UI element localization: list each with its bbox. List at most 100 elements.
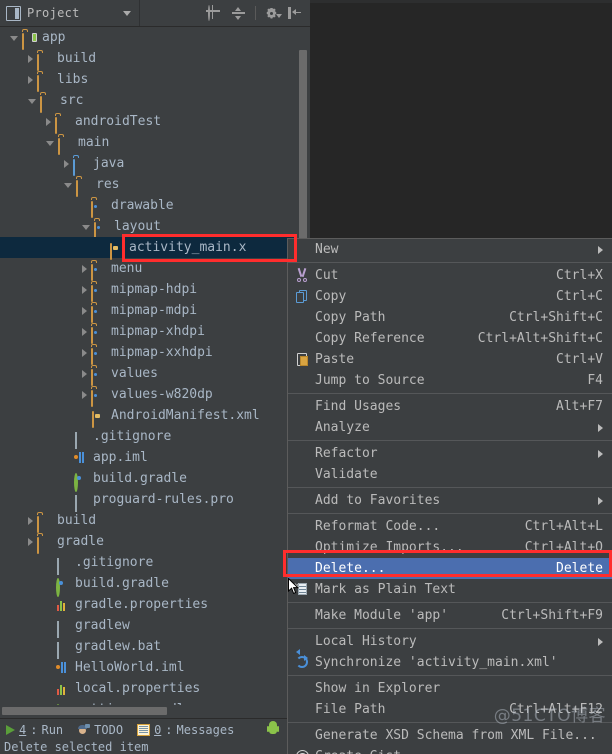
menu-item-mark-as-plain-text[interactable]: ✕Mark as Plain Text xyxy=(288,579,612,600)
tree-node[interactable]: local.properties xyxy=(0,678,297,699)
menu-item-find-usages[interactable]: Find UsagesAlt+F7 xyxy=(288,396,612,417)
chevron-right-icon[interactable] xyxy=(82,307,87,315)
project-panel-header: Project xyxy=(0,0,310,27)
tree-node[interactable]: src xyxy=(0,90,297,111)
tool-button-run[interactable]: 4: Run xyxy=(6,723,63,737)
menu-item-make-module-app[interactable]: Make Module 'app'Ctrl+Shift+F9 xyxy=(288,605,612,626)
chevron-down-icon[interactable] xyxy=(46,141,54,146)
chevron-right-icon[interactable] xyxy=(28,538,33,546)
menu-item-create-gist[interactable]: Create Gist... xyxy=(288,746,612,754)
menu-item-cut[interactable]: CutCtrl+X xyxy=(288,265,612,286)
chevron-right-icon[interactable] xyxy=(82,391,87,399)
chevron-right-icon[interactable] xyxy=(28,517,33,525)
chevron-down-icon[interactable] xyxy=(64,183,72,188)
menu-item-reformat-code[interactable]: Reformat Code...Ctrl+Alt+L xyxy=(288,516,612,537)
menu-item-label: Create Gist... xyxy=(315,746,425,754)
tree-node[interactable]: build xyxy=(0,48,297,69)
menu-item-copy[interactable]: CopyCtrl+C xyxy=(288,286,612,307)
chevron-right-icon[interactable] xyxy=(64,160,69,168)
locate-icon[interactable] xyxy=(207,6,222,21)
menu-item-copy-path[interactable]: Copy PathCtrl+Shift+C xyxy=(288,307,612,328)
project-title-combo[interactable]: Project xyxy=(0,0,140,26)
tree-node[interactable]: proguard-rules.pro xyxy=(0,489,297,510)
tree-node-label: gradlew.bat xyxy=(75,636,161,657)
tree-node[interactable]: HelloWorld.iml xyxy=(0,657,297,678)
tree-node[interactable]: gradle xyxy=(0,531,297,552)
menu-item-refactor[interactable]: Refactor xyxy=(288,443,612,464)
tree-node-label: mipmap-xhdpi xyxy=(111,321,205,342)
chevron-down-icon[interactable] xyxy=(82,225,90,230)
tree-node[interactable]: drawable xyxy=(0,195,297,216)
chevron-right-icon[interactable] xyxy=(82,370,87,378)
menu-item-copy-reference[interactable]: Copy ReferenceCtrl+Alt+Shift+C xyxy=(288,328,612,349)
panel-toolbar xyxy=(207,0,310,26)
tree-node[interactable]: main xyxy=(0,132,297,153)
menu-item-optimize-imports[interactable]: Optimize Imports...Ctrl+Alt+O xyxy=(288,537,612,558)
menu-item-validate[interactable]: Validate xyxy=(288,464,612,485)
chevron-right-icon[interactable] xyxy=(82,328,87,336)
chevron-right-icon[interactable] xyxy=(46,118,51,126)
tree-node[interactable]: mipmap-hdpi xyxy=(0,279,297,300)
tree-node[interactable]: app xyxy=(0,27,297,48)
menu-item-show-in-explorer[interactable]: Show in Explorer xyxy=(288,678,612,699)
tree-node[interactable]: layout xyxy=(0,216,297,237)
menu-separator xyxy=(288,393,612,394)
collapse-all-icon[interactable] xyxy=(231,6,246,21)
menu-item-icon-none xyxy=(294,420,311,435)
chevron-down-icon[interactable] xyxy=(28,99,36,104)
tree-node[interactable]: .gitignore xyxy=(0,426,297,447)
tree-node[interactable]: menu xyxy=(0,258,297,279)
tree-node[interactable]: gradlew.bat xyxy=(0,636,297,657)
chevron-down-icon[interactable] xyxy=(123,11,131,16)
tree-horizontal-scrollbar-thumb[interactable] xyxy=(2,707,167,715)
status-bar: Delete selected item xyxy=(0,740,287,754)
menu-item-delete[interactable]: Delete...Delete xyxy=(288,558,612,579)
chevron-right-icon[interactable] xyxy=(82,265,87,273)
menu-item-shortcut: Ctrl+C xyxy=(556,286,603,307)
tree-node[interactable]: values-w820dp xyxy=(0,384,297,405)
tree-node[interactable]: res xyxy=(0,174,297,195)
tree-node-label: mipmap-mdpi xyxy=(111,300,197,321)
menu-item-synchronize-activity-main-xml[interactable]: Synchronize 'activity_main.xml' xyxy=(288,652,612,673)
menu-item-jump-to-source[interactable]: Jump to SourceF4 xyxy=(288,370,612,391)
context-menu[interactable]: New CutCtrl+XCopyCtrl+CCopy PathCtrl+Shif… xyxy=(287,238,612,754)
chevron-right-icon[interactable] xyxy=(82,349,87,357)
menu-item-add-to-favorites[interactable]: Add to Favorites xyxy=(288,490,612,511)
tree-node[interactable]: mipmap-xxhdpi xyxy=(0,342,297,363)
tree-node[interactable]: java xyxy=(0,153,297,174)
tree-node[interactable]: build.gradle xyxy=(0,468,297,489)
tree-node[interactable]: gradlew xyxy=(0,615,297,636)
tool-button-todo[interactable]: TODO xyxy=(77,723,123,737)
tree-node[interactable]: build xyxy=(0,510,297,531)
chevron-right-icon[interactable] xyxy=(28,76,33,84)
tree-node[interactable]: build.gradle xyxy=(0,573,297,594)
project-tree[interactable]: appbuildlibssrcandroidTestmainjavaresdra… xyxy=(0,27,297,710)
chevron-down-icon[interactable] xyxy=(10,36,18,41)
menu-item-local-history[interactable]: Local History xyxy=(288,631,612,652)
tree-node-selected[interactable]: activity_main.x xyxy=(0,237,297,258)
menu-item-analyze[interactable]: Analyze xyxy=(288,417,612,438)
tool-button-messages[interactable]: 0: Messages xyxy=(137,723,234,737)
tree-node[interactable]: mipmap-mdpi xyxy=(0,300,297,321)
menu-item-label: Optimize Imports... xyxy=(315,537,464,558)
menu-item-icon-none xyxy=(294,728,311,743)
tree-node[interactable]: libs xyxy=(0,69,297,90)
menu-item-new[interactable]: New xyxy=(288,239,612,260)
tree-node[interactable]: values xyxy=(0,363,297,384)
android-icon[interactable] xyxy=(267,721,279,736)
menu-item-file-path[interactable]: File PathCtrl+Alt+F12 xyxy=(288,699,612,720)
chevron-right-icon[interactable] xyxy=(28,55,33,63)
tree-node[interactable]: AndroidManifest.xml xyxy=(0,405,297,426)
tree-node[interactable]: app.iml xyxy=(0,447,297,468)
menu-item-paste[interactable]: PasteCtrl+V xyxy=(288,349,612,370)
folder-icon xyxy=(37,535,52,549)
tree-vertical-scrollbar-thumb[interactable] xyxy=(299,50,307,250)
tree-node[interactable]: mipmap-xhdpi xyxy=(0,321,297,342)
tree-node[interactable]: androidTest xyxy=(0,111,297,132)
settings-gear-icon[interactable] xyxy=(265,7,278,20)
tree-node[interactable]: gradle.properties xyxy=(0,594,297,615)
chevron-right-icon[interactable] xyxy=(82,286,87,294)
menu-item-generate-xsd-schema-from-xml-file[interactable]: Generate XSD Schema from XML File... xyxy=(288,725,612,746)
hide-panel-icon[interactable] xyxy=(287,6,302,21)
tree-node[interactable]: .gitignore xyxy=(0,552,297,573)
